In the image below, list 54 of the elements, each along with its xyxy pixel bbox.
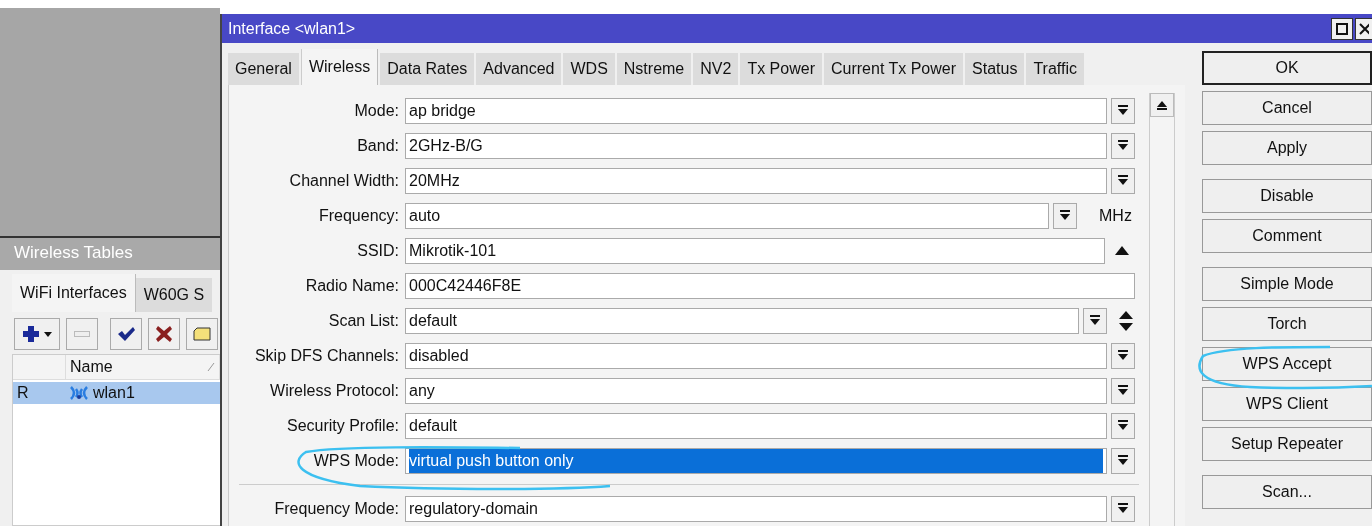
tab[interactable]: General xyxy=(228,53,299,85)
tab[interactable]: Data Rates xyxy=(380,53,475,85)
dialog-button[interactable]: Disable xyxy=(1202,179,1372,213)
tab[interactable]: Nstreme xyxy=(616,53,692,85)
dialog-button[interactable]: Apply xyxy=(1202,131,1372,165)
dialog-button[interactable]: Comment xyxy=(1202,219,1372,253)
dialog-button[interactable]: Simple Mode xyxy=(1202,267,1372,301)
field-label: Skip DFS Channels: xyxy=(253,346,399,365)
input-field[interactable]: regulatory-domain xyxy=(405,495,1107,522)
field-label: Frequency Mode: xyxy=(273,499,399,518)
tab[interactable]: Tx Power xyxy=(740,53,822,85)
field-label: Security Profile: xyxy=(285,416,399,435)
input-field[interactable]: 20MHz xyxy=(405,167,1107,194)
tab[interactable]: Current Tx Power xyxy=(823,53,964,85)
tab[interactable]: Wireless xyxy=(300,49,379,85)
input-field[interactable]: 2GHz-B/G xyxy=(405,132,1107,159)
unit-label: MHz xyxy=(1099,206,1133,225)
field-label: Mode: xyxy=(353,101,399,120)
field-label: WPS Mode: xyxy=(312,451,399,470)
dialog-button[interactable]: WPS Accept xyxy=(1202,347,1372,381)
input-field[interactable]: 000C42446F8E xyxy=(405,272,1135,299)
field-label: Scan List: xyxy=(327,311,399,330)
dialog-button[interactable]: OK xyxy=(1202,51,1372,85)
input-field[interactable]: virtual push button only xyxy=(405,447,1107,474)
table-row[interactable]: R wlan1 xyxy=(13,382,220,404)
dialog-button[interactable]: Setup Repeater xyxy=(1202,427,1372,461)
field-label: Radio Name: xyxy=(304,276,399,295)
window-title: Interface <wlan1> xyxy=(228,19,356,38)
field-label: Channel Width: xyxy=(288,171,399,190)
window-title: Wireless Tables xyxy=(0,238,220,270)
dialog-button[interactable]: Scan... xyxy=(1202,475,1372,509)
input-field[interactable]: any xyxy=(405,377,1107,404)
dialog-button[interactable]: Cancel xyxy=(1202,91,1372,125)
input-field[interactable]: Mikrotik-101 xyxy=(405,237,1105,264)
tab[interactable]: NV2 xyxy=(693,53,739,85)
input-field[interactable]: auto xyxy=(405,202,1049,229)
tab[interactable]: Traffic xyxy=(1026,53,1084,85)
input-field[interactable]: default xyxy=(405,307,1079,334)
input-field[interactable]: default xyxy=(405,412,1107,439)
field-label: Frequency: xyxy=(317,206,399,225)
field-label: Wireless Protocol: xyxy=(269,381,399,400)
tab[interactable]: WiFi Interfaces xyxy=(12,274,136,312)
tab[interactable]: Advanced xyxy=(476,53,562,85)
tab[interactable]: W60G S xyxy=(135,278,213,312)
tab[interactable]: Status xyxy=(965,53,1025,85)
field-label: SSID: xyxy=(356,241,399,260)
table-cell-text: R xyxy=(16,384,30,402)
dialog-button[interactable]: WPS Client xyxy=(1202,387,1372,421)
table-cell: wlan1 xyxy=(65,384,139,402)
input-field[interactable]: disabled xyxy=(405,342,1107,369)
dialog-button[interactable]: Torch xyxy=(1202,307,1372,341)
input-field[interactable]: ap bridge xyxy=(405,97,1107,124)
field-label: Band: xyxy=(356,136,399,155)
tab[interactable]: WDS xyxy=(563,53,615,85)
